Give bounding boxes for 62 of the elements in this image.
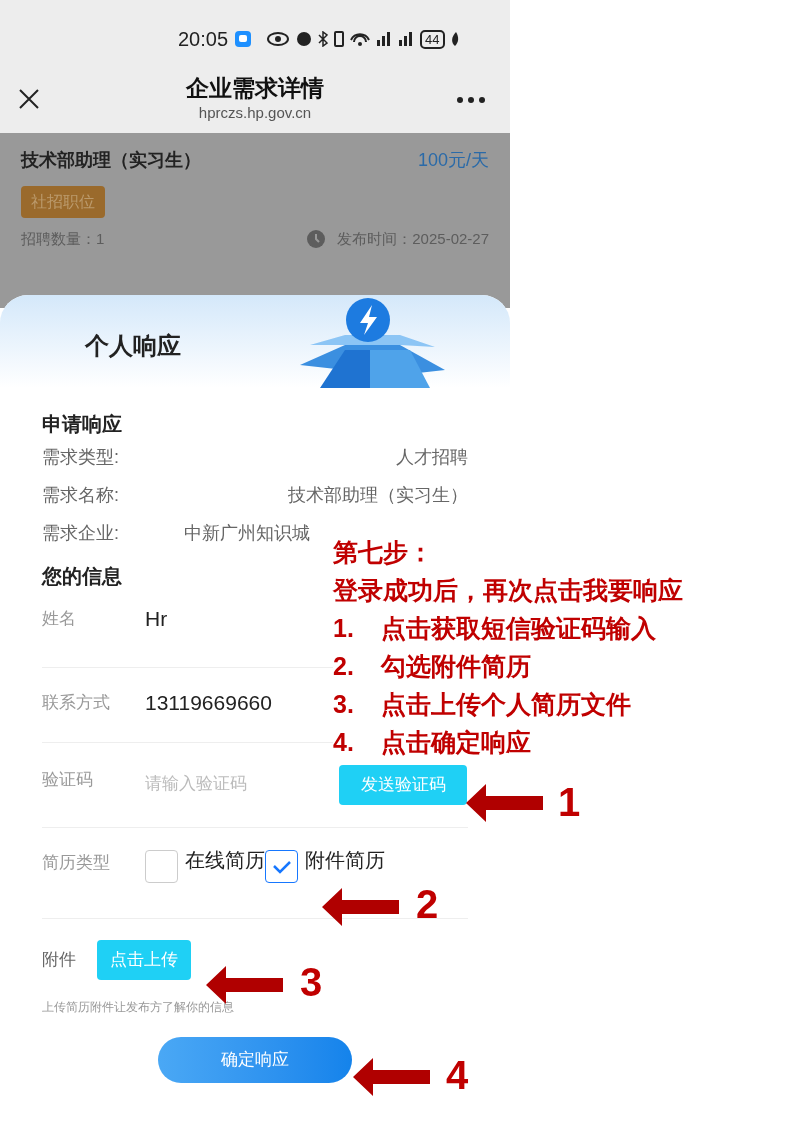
job-title: 技术部助理（实习生） — [21, 149, 201, 172]
upload-button[interactable]: 点击上传 — [97, 940, 191, 980]
step-text: 勾选附件简历 — [381, 651, 531, 682]
field-label: 验证码 — [42, 769, 94, 791]
more-icon[interactable] — [457, 97, 485, 103]
field-label: 附件 — [42, 949, 77, 972]
bluetooth-icon — [318, 31, 329, 47]
confirm-button[interactable]: 确定响应 — [158, 1037, 352, 1083]
checkbox[interactable] — [145, 850, 178, 883]
detail-label: 需求名称: — [42, 483, 119, 507]
section-heading: 申请响应 — [42, 412, 122, 437]
section-heading: 您的信息 — [42, 564, 122, 589]
publish-date: 发布时间：2025-02-27 — [337, 229, 489, 249]
arrow-icon — [353, 1057, 431, 1097]
option-label[interactable]: 在线简历 — [185, 846, 265, 874]
job-tag: 社招职位 — [21, 186, 105, 218]
check-icon — [271, 859, 292, 874]
arrow-icon — [466, 783, 544, 823]
clock-icon — [307, 230, 326, 249]
step-text: 点击获取短信验证码输入 — [381, 613, 656, 644]
step-text: 点击上传个人简历文件 — [381, 689, 631, 720]
field-value: Hr — [145, 606, 168, 632]
wifi-icon — [350, 32, 371, 46]
step-marker: 1 — [558, 780, 581, 824]
battery-indicator: 44 — [420, 29, 445, 49]
detail-value: 技术部助理（实习生） — [288, 483, 468, 507]
step-number: 3. — [333, 689, 355, 720]
eye-icon — [266, 32, 291, 46]
annotation-text: 登录成功后，再次点击我要响应 — [333, 575, 683, 606]
field-value: 13119669660 — [145, 690, 272, 716]
step-number: 4. — [333, 727, 355, 758]
detail-value: 人才招聘 — [396, 445, 468, 469]
step-marker: 2 — [416, 882, 439, 926]
step-marker: 4 — [446, 1053, 469, 1097]
option-label[interactable]: 附件简历 — [305, 846, 385, 874]
status-time: 20:05 — [178, 27, 229, 52]
field-label: 联系方式 — [42, 692, 111, 714]
arrow-icon — [322, 887, 400, 927]
send-code-button[interactable]: 发送验证码 — [339, 765, 467, 805]
step-number: 1. — [333, 613, 355, 644]
message-icon — [234, 30, 253, 48]
field-label: 姓名 — [42, 608, 77, 630]
field-label: 简历类型 — [42, 852, 111, 874]
code-input[interactable]: 请输入验证码 — [145, 771, 325, 797]
sheet-title: 个人响应 — [85, 331, 181, 361]
close-icon[interactable] — [18, 88, 40, 110]
step-text: 点击确定响应 — [381, 727, 531, 758]
leaf-icon — [450, 31, 459, 47]
hint-text: 上传简历附件让发布方了解你的信息 — [42, 999, 235, 1016]
detail-label: 需求企业: — [42, 521, 120, 545]
step-marker: 3 — [300, 960, 323, 1004]
annotation-title: 第七步： — [333, 537, 434, 568]
page-url: hprczs.hp.gov.cn — [198, 103, 312, 123]
page-title: 企业需求详情 — [186, 74, 324, 103]
salary-text: 100元/天 — [417, 149, 489, 172]
vibrate-icon — [334, 31, 345, 47]
step-number: 2. — [333, 651, 355, 682]
signal-icon — [398, 31, 415, 47]
detail-value: 中新广州知识城 — [184, 521, 310, 545]
signal-icon — [376, 31, 393, 47]
checkbox[interactable] — [265, 850, 298, 883]
detail-label: 需求类型: — [42, 445, 119, 469]
